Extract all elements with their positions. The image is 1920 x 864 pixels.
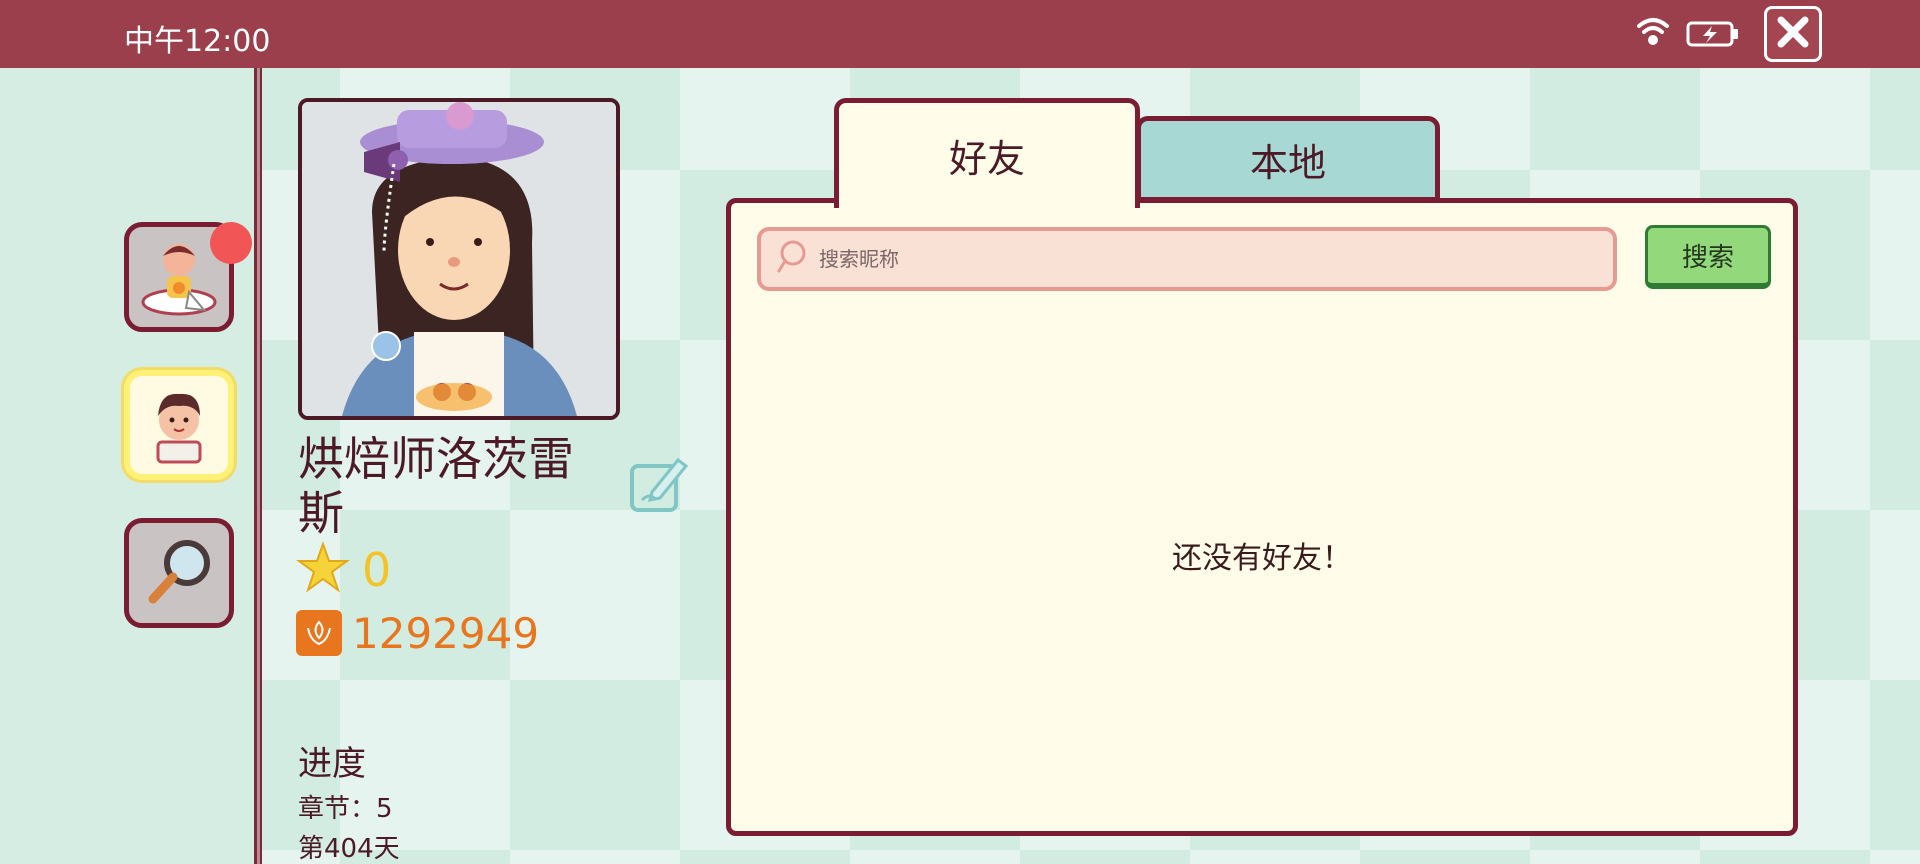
search-button[interactable]: 搜索	[1645, 225, 1771, 289]
edit-name-button[interactable]	[628, 452, 690, 514]
top-bar: 中午12:00	[0, 0, 1920, 68]
coins-counter: 1292949	[296, 608, 539, 658]
status-time: 中午12:00	[124, 24, 271, 59]
chapter-text: 章节：5	[298, 794, 393, 824]
notification-badge	[210, 222, 252, 264]
search-magnifier-button[interactable]	[124, 518, 234, 628]
player-portrait	[298, 98, 620, 420]
stars-counter: 0	[295, 540, 392, 599]
boy-avatar-icon	[134, 378, 224, 472]
progress-title: 进度	[298, 744, 366, 784]
empty-friends-message: 还没有好友！	[1172, 541, 1352, 576]
star-icon	[295, 540, 351, 599]
sidebar-divider	[254, 68, 262, 864]
search-box[interactable]	[757, 227, 1617, 291]
search-input[interactable]	[819, 247, 1599, 271]
pencil-edit-icon	[628, 457, 690, 518]
close-icon	[1776, 15, 1810, 53]
friends-avatar-button[interactable]	[124, 370, 234, 480]
search-icon	[775, 239, 807, 279]
coin-icon	[296, 610, 342, 656]
day-text: 第404天	[298, 834, 400, 864]
close-button[interactable]	[1764, 6, 1822, 62]
battery-charging-icon	[1686, 20, 1740, 52]
wifi-icon	[1636, 14, 1670, 52]
tab-local[interactable]: 本地	[1136, 116, 1440, 202]
coins-value: 1292949	[352, 608, 540, 658]
player-name: 烘焙师洛茨雷斯	[298, 432, 574, 540]
friends-panel: 搜索 还没有好友！	[726, 198, 1798, 836]
stars-value: 0	[362, 543, 392, 597]
magnifier-icon	[139, 531, 219, 615]
tab-friends[interactable]: 好友	[834, 98, 1140, 208]
